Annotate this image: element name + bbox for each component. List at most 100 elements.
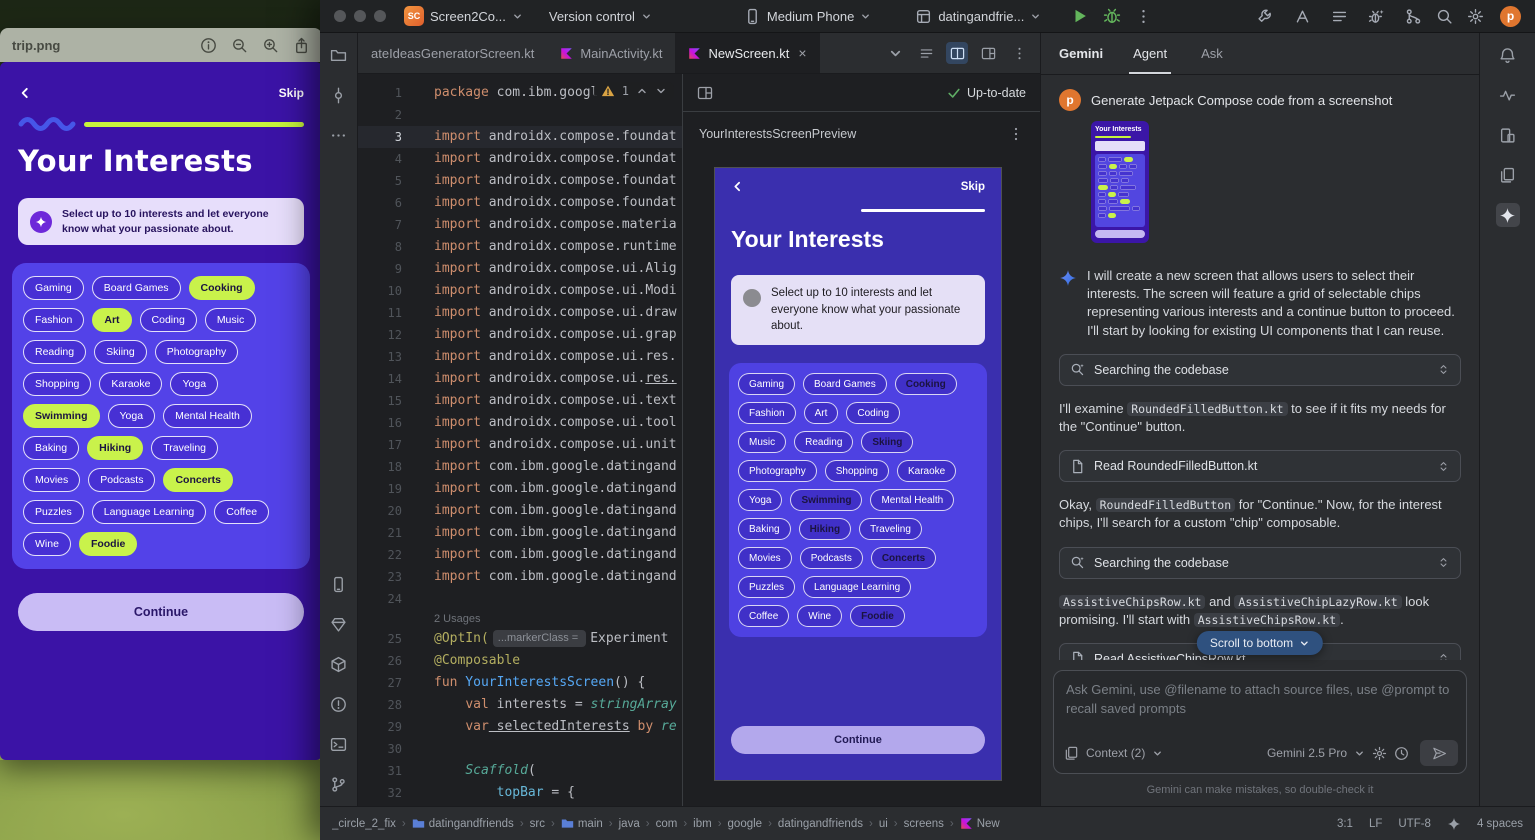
code-line: 23import com.ibm.google.datingand (358, 566, 682, 588)
breadcrumb-java[interactable]: java (619, 818, 640, 830)
run-config-name: datingandfrie... (938, 9, 1024, 24)
profiler-icon[interactable] (1496, 83, 1520, 107)
breadcrumb-com[interactable]: com (656, 818, 678, 830)
gemini-input-placeholder: Ask Gemini, use @filename to attach sour… (1054, 671, 1466, 719)
inspections-icon[interactable] (1294, 8, 1311, 25)
tool-call-searching-the-codebase[interactable]: Searching the codebase (1059, 547, 1461, 579)
breadcrumb-src[interactable]: src (530, 818, 545, 830)
share-icon[interactable] (293, 37, 310, 54)
tab-list-icon[interactable] (884, 42, 906, 64)
notifications-icon[interactable] (1496, 43, 1520, 67)
zoom-in-icon[interactable] (262, 37, 279, 54)
device-explorer-icon[interactable] (1496, 123, 1520, 147)
preview-options-icon[interactable] (1008, 126, 1024, 142)
gemini-history-icon[interactable] (1394, 746, 1409, 761)
attachment-thumbnail[interactable]: Your Interests (1091, 121, 1149, 243)
tab-ateideasgeneratorscreen-kt[interactable]: ateIdeasGeneratorScreen.kt (358, 33, 547, 73)
breadcrumb-datingandfriends[interactable]: datingandfriends (412, 817, 514, 830)
gemini-sparkle-icon (1059, 269, 1077, 287)
usages-inlay-hint[interactable]: 2 Usages (358, 610, 682, 628)
tab-mainactivity-kt[interactable]: MainActivity.kt (547, 33, 675, 73)
gemini-tab-agent[interactable]: Agent (1129, 33, 1171, 74)
editor-mode-split-icon[interactable] (946, 42, 968, 64)
chip-skiing: Skiing (861, 431, 913, 453)
breadcrumb-ibm[interactable]: ibm (693, 818, 712, 830)
viewer-filename: trip.png (12, 38, 60, 53)
send-button[interactable] (1420, 740, 1458, 766)
pages-tool-icon[interactable] (1496, 163, 1520, 187)
gemini-settings-icon[interactable] (1372, 746, 1387, 761)
breadcrumb-ui[interactable]: ui (879, 818, 888, 830)
vcs-widget[interactable]: Version control (549, 9, 652, 24)
gemini-status-icon[interactable] (1447, 817, 1461, 831)
preview-name[interactable]: YourInterestsScreenPreview (699, 127, 856, 141)
info-icon[interactable] (200, 37, 217, 54)
zoom-out-icon[interactable] (231, 37, 248, 54)
build-tool-icon[interactable] (327, 652, 351, 676)
breadcrumb-new[interactable]: New (960, 817, 1000, 830)
tools-icon[interactable] (1257, 8, 1274, 25)
window-controls[interactable] (334, 10, 386, 22)
breadcrumb-google[interactable]: google (728, 818, 763, 830)
project-tool-icon[interactable] (327, 43, 351, 67)
settings-icon[interactable] (1467, 8, 1484, 25)
caret-position[interactable]: 3:1 (1337, 818, 1353, 830)
chip-movies: Movies (738, 547, 792, 569)
user-avatar[interactable]: p (1500, 6, 1521, 27)
previous-issue-icon[interactable] (636, 85, 648, 97)
preview-progress-bar (861, 209, 985, 212)
more-actions-icon[interactable] (1135, 8, 1152, 25)
mockup-screenshot[interactable]: Skip Your Interests Select up to 10 inte… (0, 62, 322, 760)
version-control-tool-icon[interactable] (327, 772, 351, 796)
tool-call-read-roundedfilledbutton-kt[interactable]: Read RoundedFilledButton.kt (1059, 450, 1461, 482)
device-selector[interactable]: Medium Phone (744, 8, 871, 25)
breadcrumb-screens[interactable]: screens (904, 818, 944, 830)
code-editor[interactable]: 1package com.ibm.googl23import androidx.… (358, 74, 682, 806)
breadcrumb-circle-2-fix[interactable]: _circle_2_fix (332, 818, 396, 830)
model-selector[interactable]: Gemini 2.5 Pro (1267, 746, 1347, 760)
project-selector[interactable]: SC Screen2Co... (404, 6, 523, 26)
indent-setting[interactable]: 4 spaces (1477, 818, 1523, 830)
chip-language-learning: Language Learning (803, 576, 911, 598)
encoding[interactable]: UTF-8 (1398, 818, 1431, 830)
expand-collapse-icon[interactable] (1437, 460, 1450, 473)
next-issue-icon[interactable] (655, 85, 667, 97)
search-everywhere-icon[interactable] (1436, 8, 1453, 25)
task-list-icon[interactable] (1331, 8, 1348, 25)
tool-call-searching-the-codebase[interactable]: Searching the codebase (1059, 354, 1461, 386)
chip-art: Art (804, 402, 839, 424)
ai-insights-icon[interactable] (1368, 8, 1385, 25)
code-line: 25@OptIn(...markerClass = Experiment (358, 628, 682, 650)
debug-button[interactable] (1103, 7, 1121, 25)
terminal-tool-icon[interactable] (327, 732, 351, 756)
inspections-widget[interactable]: 1 (594, 82, 674, 100)
run-config-selector[interactable]: datingandfrie... (915, 8, 1041, 25)
preview-skip-label: Skip (961, 181, 985, 193)
running-devices-icon[interactable] (327, 572, 351, 596)
problems-tool-icon[interactable] (327, 692, 351, 716)
tab-newscreen-kt[interactable]: NewScreen.kt× (675, 33, 819, 73)
more-tools-icon[interactable] (327, 123, 351, 147)
expand-collapse-icon[interactable] (1437, 652, 1450, 660)
close-tab-icon[interactable]: × (798, 45, 806, 61)
context-selector[interactable]: Context (2) (1086, 746, 1145, 760)
breadcrumb-datingandfriends[interactable]: datingandfriends (778, 818, 863, 830)
pull-requests-icon[interactable] (1405, 8, 1422, 25)
commit-tool-icon[interactable] (327, 83, 351, 107)
gemini-tab-ask[interactable]: Ask (1197, 33, 1227, 74)
editor-mode-design-icon[interactable] (977, 42, 999, 64)
expand-collapse-icon[interactable] (1437, 363, 1450, 376)
editor-options-icon[interactable] (1008, 42, 1030, 64)
context-icon[interactable] (1064, 746, 1079, 761)
gemini-input[interactable]: Ask Gemini, use @filename to attach sour… (1053, 670, 1467, 774)
line-ending[interactable]: LF (1369, 818, 1382, 830)
preview-layout-icon[interactable] (697, 85, 713, 101)
gem-tool-icon[interactable] (327, 612, 351, 636)
scroll-to-bottom-button[interactable]: Scroll to bottom (1197, 631, 1323, 655)
preview-phone[interactable]: Skip Your Interests Select up to 10 inte… (715, 168, 1001, 780)
editor-mode-code-icon[interactable] (915, 42, 937, 64)
run-button[interactable] (1071, 7, 1089, 25)
expand-collapse-icon[interactable] (1437, 556, 1450, 569)
breadcrumb-main[interactable]: main (561, 817, 603, 830)
gemini-tool-icon[interactable] (1496, 203, 1520, 227)
